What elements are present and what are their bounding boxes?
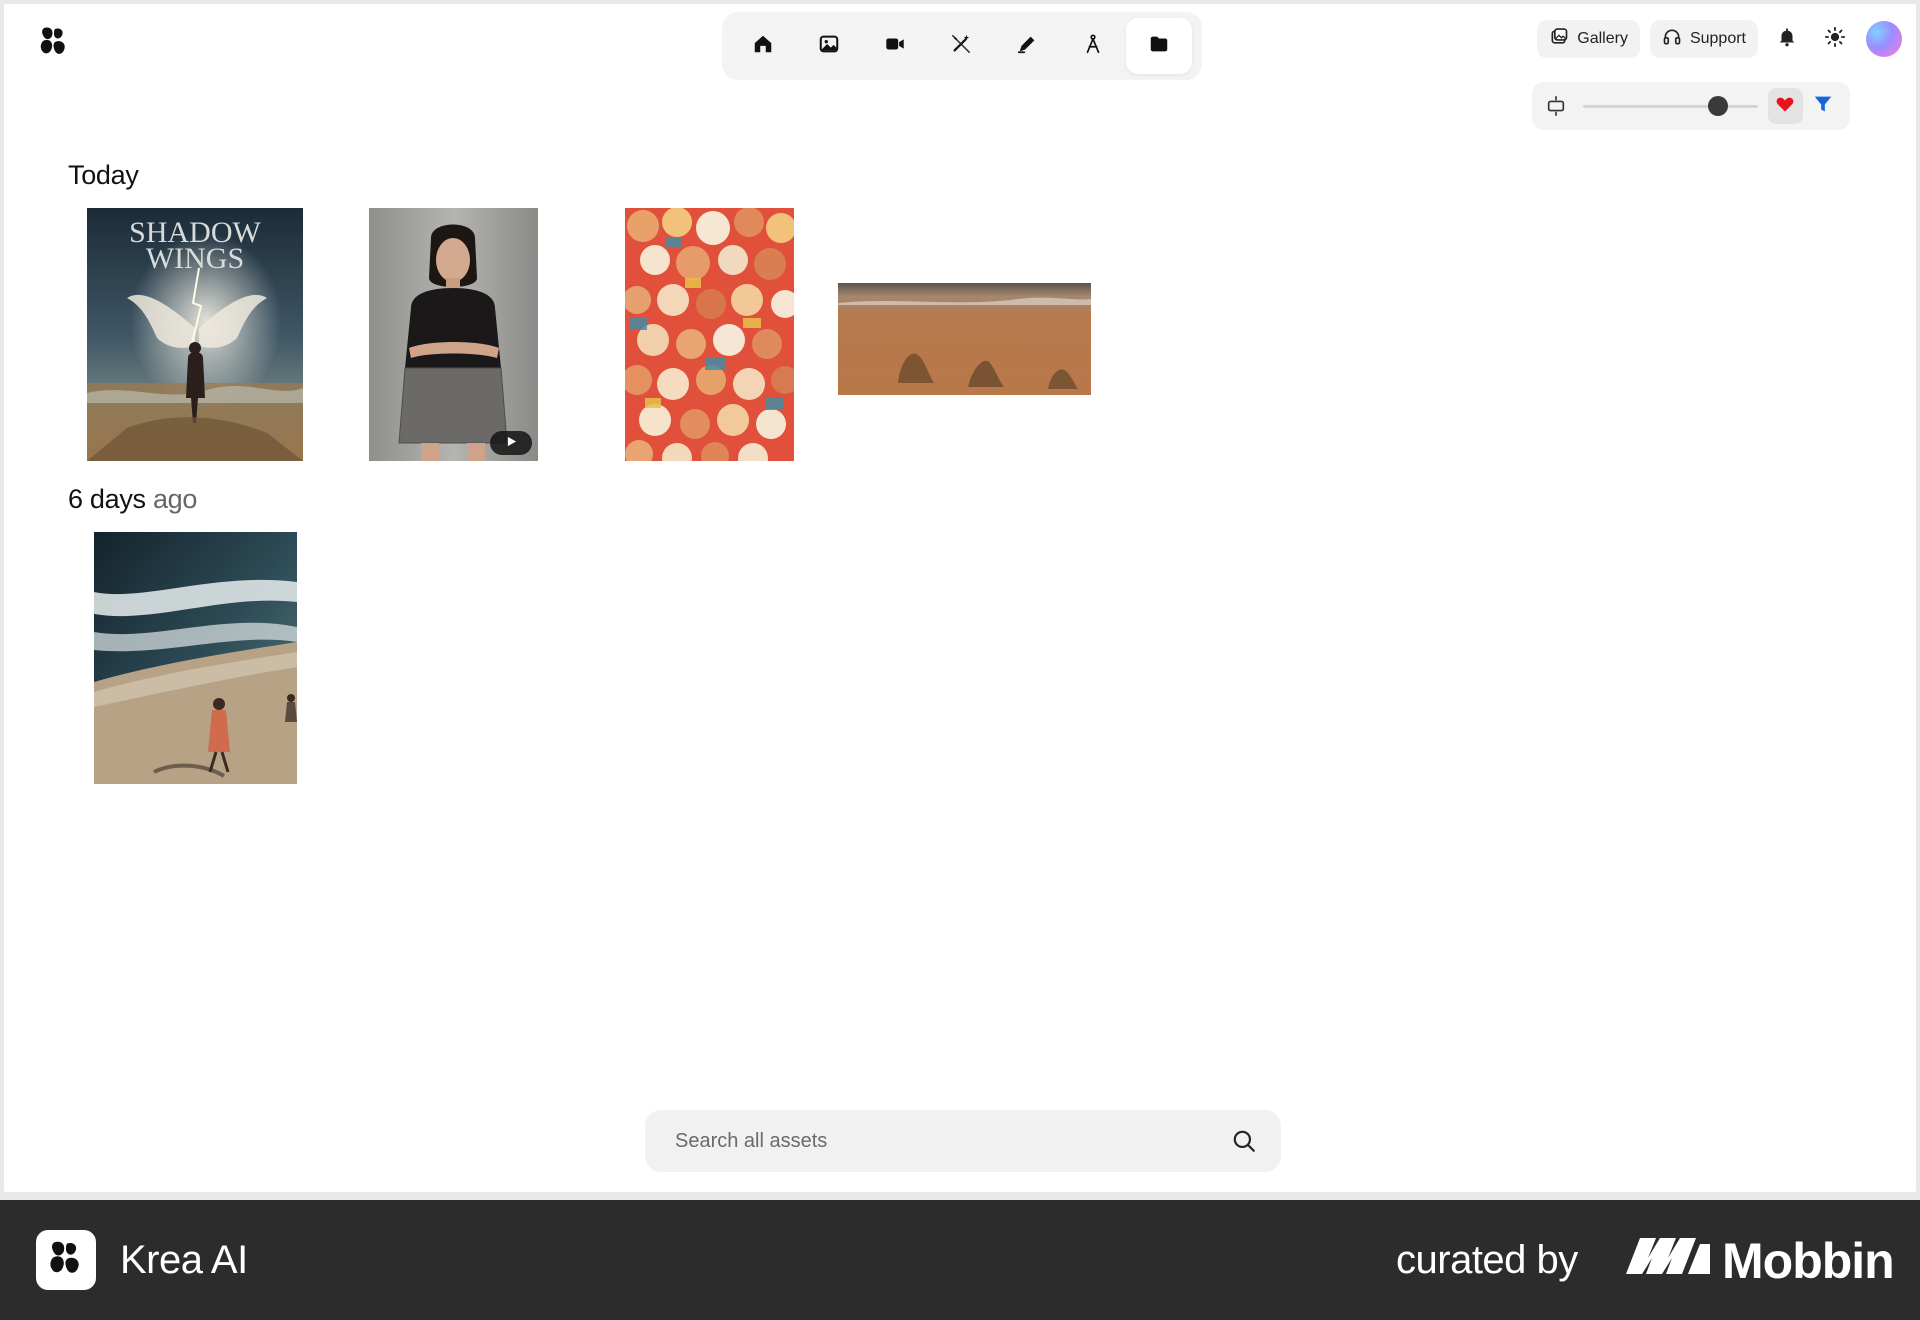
video-camera-icon — [884, 33, 906, 60]
sun-icon — [1824, 26, 1846, 53]
section-title-older-muted: ago — [152, 484, 198, 514]
filter-funnel-icon — [1812, 93, 1834, 120]
nav-image[interactable] — [796, 18, 862, 74]
folder-icon — [1148, 33, 1170, 60]
nav-edit[interactable] — [994, 18, 1060, 74]
user-avatar[interactable] — [1866, 21, 1902, 57]
filter-button[interactable] — [1807, 89, 1840, 123]
search-input[interactable] — [675, 1129, 1231, 1153]
search-icon[interactable] — [1231, 1128, 1257, 1154]
nav-train[interactable] — [1060, 18, 1126, 74]
section-title-6-days-ago: 6 days ago — [68, 484, 197, 515]
nav-home[interactable] — [730, 18, 796, 74]
theme-toggle-button[interactable] — [1816, 20, 1854, 58]
footer-app-name: Krea AI — [120, 1238, 248, 1282]
support-button[interactable]: Support — [1649, 20, 1758, 58]
krea-app-icon — [36, 1230, 96, 1290]
gallery-label: Gallery — [1577, 30, 1628, 47]
section-title-today-text: Today — [68, 160, 139, 190]
main-nav — [722, 12, 1202, 80]
favorites-filter-button[interactable] — [1768, 88, 1803, 124]
pen-icon — [1016, 33, 1038, 60]
header-actions: Gallery Support — [1537, 20, 1902, 58]
footer-curated-by: curated by — [1396, 1238, 1578, 1282]
support-label: Support — [1689, 30, 1746, 47]
section-title-today: Today — [68, 160, 139, 191]
gallery-button[interactable]: Gallery — [1537, 20, 1640, 58]
asset-thumbnail-sand-landscape[interactable] — [838, 283, 1091, 395]
play-icon — [506, 434, 517, 452]
asset-thumbnail-portrait-video[interactable] — [369, 208, 538, 461]
magic-wand-icon — [950, 33, 972, 60]
thumbnail-size-icon — [1542, 92, 1569, 120]
image-icon — [818, 33, 840, 60]
poster-title-line2: WINGS — [146, 242, 244, 275]
slider-track — [1583, 105, 1758, 108]
home-icon — [752, 33, 774, 60]
mobbin-logo-icon — [1626, 1232, 1710, 1290]
video-play-badge — [490, 431, 532, 455]
gallery-icon — [1549, 27, 1569, 52]
asset-thumbnail-poster[interactable]: SHADOW WINGS — [87, 208, 303, 461]
bell-icon — [1776, 26, 1798, 53]
asset-thumbnail-crowd-illustration[interactable] — [625, 208, 794, 461]
search-bar — [645, 1110, 1281, 1172]
notifications-button[interactable] — [1768, 20, 1806, 58]
headphones-icon — [1662, 27, 1682, 52]
krea-logo-icon[interactable] — [40, 26, 68, 60]
mobbin-wordmark: Mobbin — [1722, 1233, 1895, 1289]
nav-video[interactable] — [862, 18, 928, 74]
slider-thumb[interactable] — [1707, 96, 1728, 116]
footer-banner: Krea AI curated by Mobbin — [0, 1200, 1920, 1320]
app-window: Gallery Support Today SHADOW WINGS 6 day… — [4, 4, 1916, 1192]
nav-assets[interactable] — [1126, 18, 1192, 74]
thumbnail-size-slider[interactable] — [1583, 96, 1758, 116]
compass-icon — [1082, 33, 1104, 60]
asset-thumbnail-beach-aerial[interactable] — [94, 532, 297, 784]
view-toolbar — [1532, 82, 1850, 130]
mobbin-brand: Mobbin — [1626, 1232, 1895, 1290]
heart-icon — [1775, 94, 1795, 119]
section-title-older-strong: 6 days — [68, 484, 146, 514]
nav-enhance[interactable] — [928, 18, 994, 74]
